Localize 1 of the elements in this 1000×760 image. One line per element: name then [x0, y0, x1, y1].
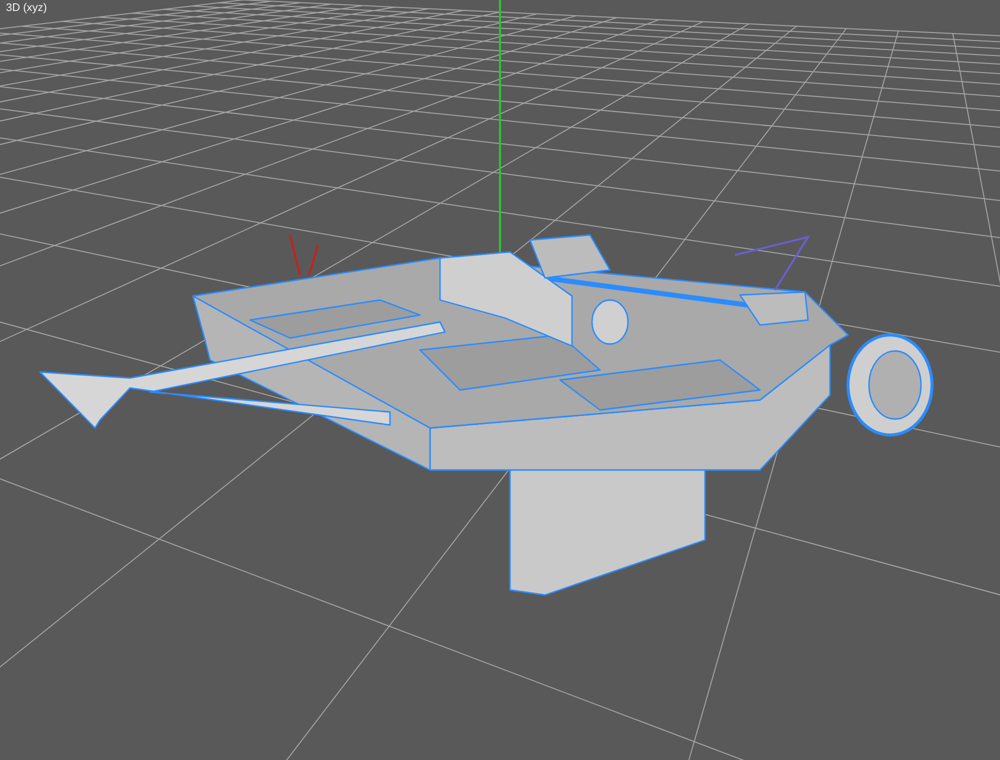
viewport-label: 3D (xyz) — [6, 2, 47, 14]
